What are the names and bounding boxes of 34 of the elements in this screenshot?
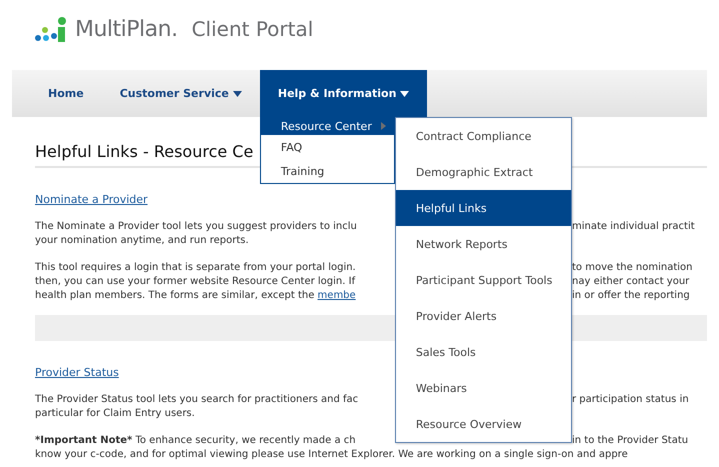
paragraph-text: to move the nomination	[572, 261, 694, 275]
menu-item[interactable]: Resource Center	[260, 117, 394, 135]
paragraph-text: nay either contact your	[572, 275, 690, 289]
submenu-item[interactable]: Helpful Links	[396, 190, 571, 226]
paragraph-text: minate individual practit	[572, 220, 696, 234]
nav-tab[interactable]: Help & Information	[260, 70, 428, 117]
paragraph-text: The Nominate a Provider tool lets you suggest providers to inclu	[35, 220, 358, 234]
section-link[interactable]: Nominate a Provider	[35, 193, 148, 206]
logo-icon	[35, 16, 69, 42]
brand-name: MultiPlan.	[75, 16, 178, 42]
paragraph-text: your nomination anytime, and run reports.	[35, 234, 250, 248]
paragraph-text: in to the Provider Statu	[572, 434, 690, 448]
text-link[interactable]: membe	[318, 290, 356, 301]
section-link[interactable]: Provider Status	[35, 366, 119, 379]
submenu-item[interactable]: Webinars	[396, 370, 571, 406]
paragraph-text: then, you can use your former website Resource Center login. If	[35, 275, 356, 289]
submenu-item[interactable]: Sales Tools	[396, 334, 571, 370]
submenu-item[interactable]: Demographic Extract	[396, 154, 571, 190]
paragraph-text: health plan members. The forms are similar, except the membe	[35, 289, 357, 303]
nav-tab[interactable]: Home	[30, 70, 102, 117]
portal-title: Client Portal	[192, 17, 314, 41]
submenu-item[interactable]: Resource Overview	[396, 406, 571, 442]
paragraph-text: *Important Note* To enhance security, we recently made a ch	[35, 434, 357, 448]
paragraph-text: know your c-code, and for optimal viewing please use Internet Explorer. We are working on a single sign-on and appre	[35, 448, 629, 462]
paragraph-text: in or offer the reporting	[572, 289, 691, 303]
submenu-item[interactable]: Provider Alerts	[396, 298, 571, 334]
submenu-item[interactable]: Contract Compliance	[396, 118, 571, 154]
paragraph-text: particular for Claim Entry users.	[35, 407, 196, 421]
paragraph-text: The Provider Status tool lets you search for practitioners and fac	[35, 393, 360, 407]
paragraph-text: r participation status in	[572, 393, 690, 407]
paragraph-text: This tool requires a login that is separate from your portal login.	[35, 261, 357, 275]
submenu-item[interactable]: Participant Support Tools	[396, 262, 571, 298]
submenu-item[interactable]: Network Reports	[396, 226, 571, 262]
nav-tab[interactable]: Customer Service	[102, 70, 260, 117]
